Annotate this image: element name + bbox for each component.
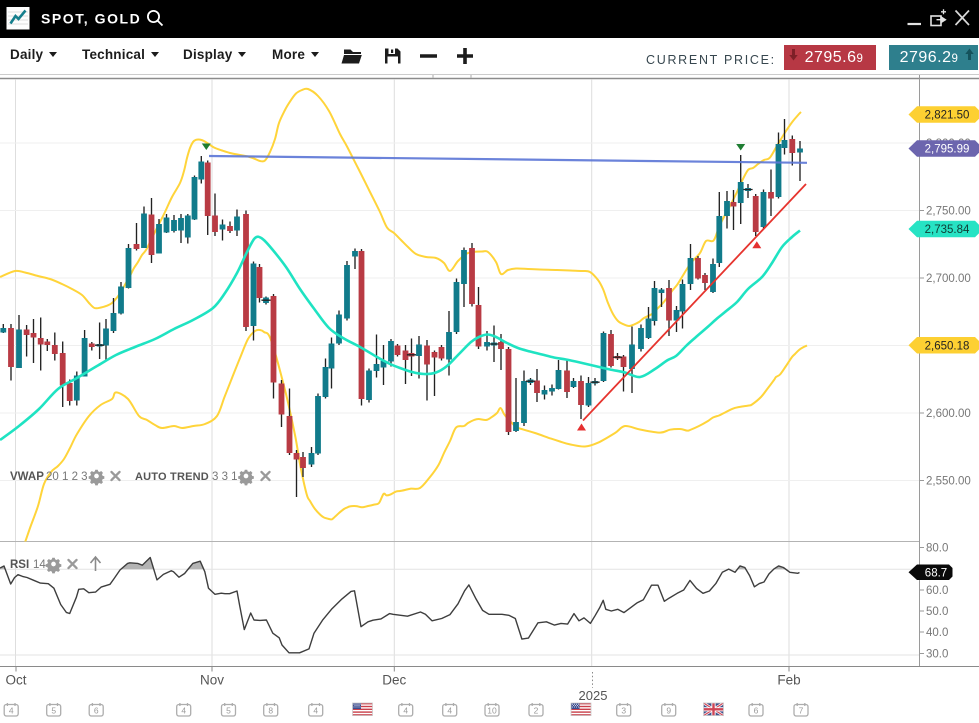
svg-text:4: 4 — [313, 706, 318, 716]
svg-text:80.0: 80.0 — [926, 543, 948, 555]
svg-text:5: 5 — [226, 706, 231, 716]
svg-text:Feb: Feb — [777, 673, 800, 688]
svg-text:10: 10 — [487, 706, 497, 716]
svg-text:RSI: RSI — [10, 559, 29, 571]
svg-text:4: 4 — [181, 706, 186, 716]
svg-text:2025: 2025 — [579, 688, 608, 703]
svg-text:3: 3 — [621, 706, 626, 716]
svg-text:7: 7 — [799, 706, 804, 716]
svg-text:Nov: Nov — [200, 673, 224, 688]
svg-text:2,735.84: 2,735.84 — [925, 224, 970, 236]
svg-text:6: 6 — [94, 706, 99, 716]
svg-text:Oct: Oct — [5, 673, 26, 688]
svg-text:2,650.18: 2,650.18 — [925, 340, 970, 352]
svg-text:2,700.00: 2,700.00 — [926, 273, 971, 285]
svg-text:3 3 1: 3 3 1 — [212, 471, 238, 483]
svg-text:2,550.00: 2,550.00 — [926, 476, 971, 488]
svg-text:4: 4 — [447, 706, 452, 716]
svg-text:2,795.99: 2,795.99 — [925, 144, 970, 156]
svg-text:VWAP: VWAP — [10, 471, 44, 483]
svg-text:2: 2 — [534, 706, 539, 716]
svg-text:Dec: Dec — [382, 673, 406, 688]
svg-text:68.7: 68.7 — [925, 567, 947, 579]
svg-text:2,750.00: 2,750.00 — [926, 206, 971, 218]
svg-text:2,821.50: 2,821.50 — [925, 110, 970, 122]
svg-text:9: 9 — [666, 706, 671, 716]
svg-text:4: 4 — [403, 706, 408, 716]
svg-text:60.0: 60.0 — [926, 585, 948, 597]
svg-text:20 1 2 3: 20 1 2 3 — [46, 471, 88, 483]
svg-text:6: 6 — [754, 706, 759, 716]
svg-text:2,600.00: 2,600.00 — [926, 408, 971, 420]
svg-text:14: 14 — [33, 559, 46, 571]
svg-text:8: 8 — [268, 706, 273, 716]
svg-text:40.0: 40.0 — [926, 627, 948, 639]
svg-text:50.0: 50.0 — [926, 606, 948, 618]
svg-text:5: 5 — [51, 706, 56, 716]
svg-text:4: 4 — [9, 706, 14, 716]
svg-text:AUTO TREND: AUTO TREND — [135, 471, 209, 483]
svg-text:30.0: 30.0 — [926, 649, 948, 661]
svg-text:SPOT, GOLD: SPOT, GOLD — [41, 11, 141, 27]
